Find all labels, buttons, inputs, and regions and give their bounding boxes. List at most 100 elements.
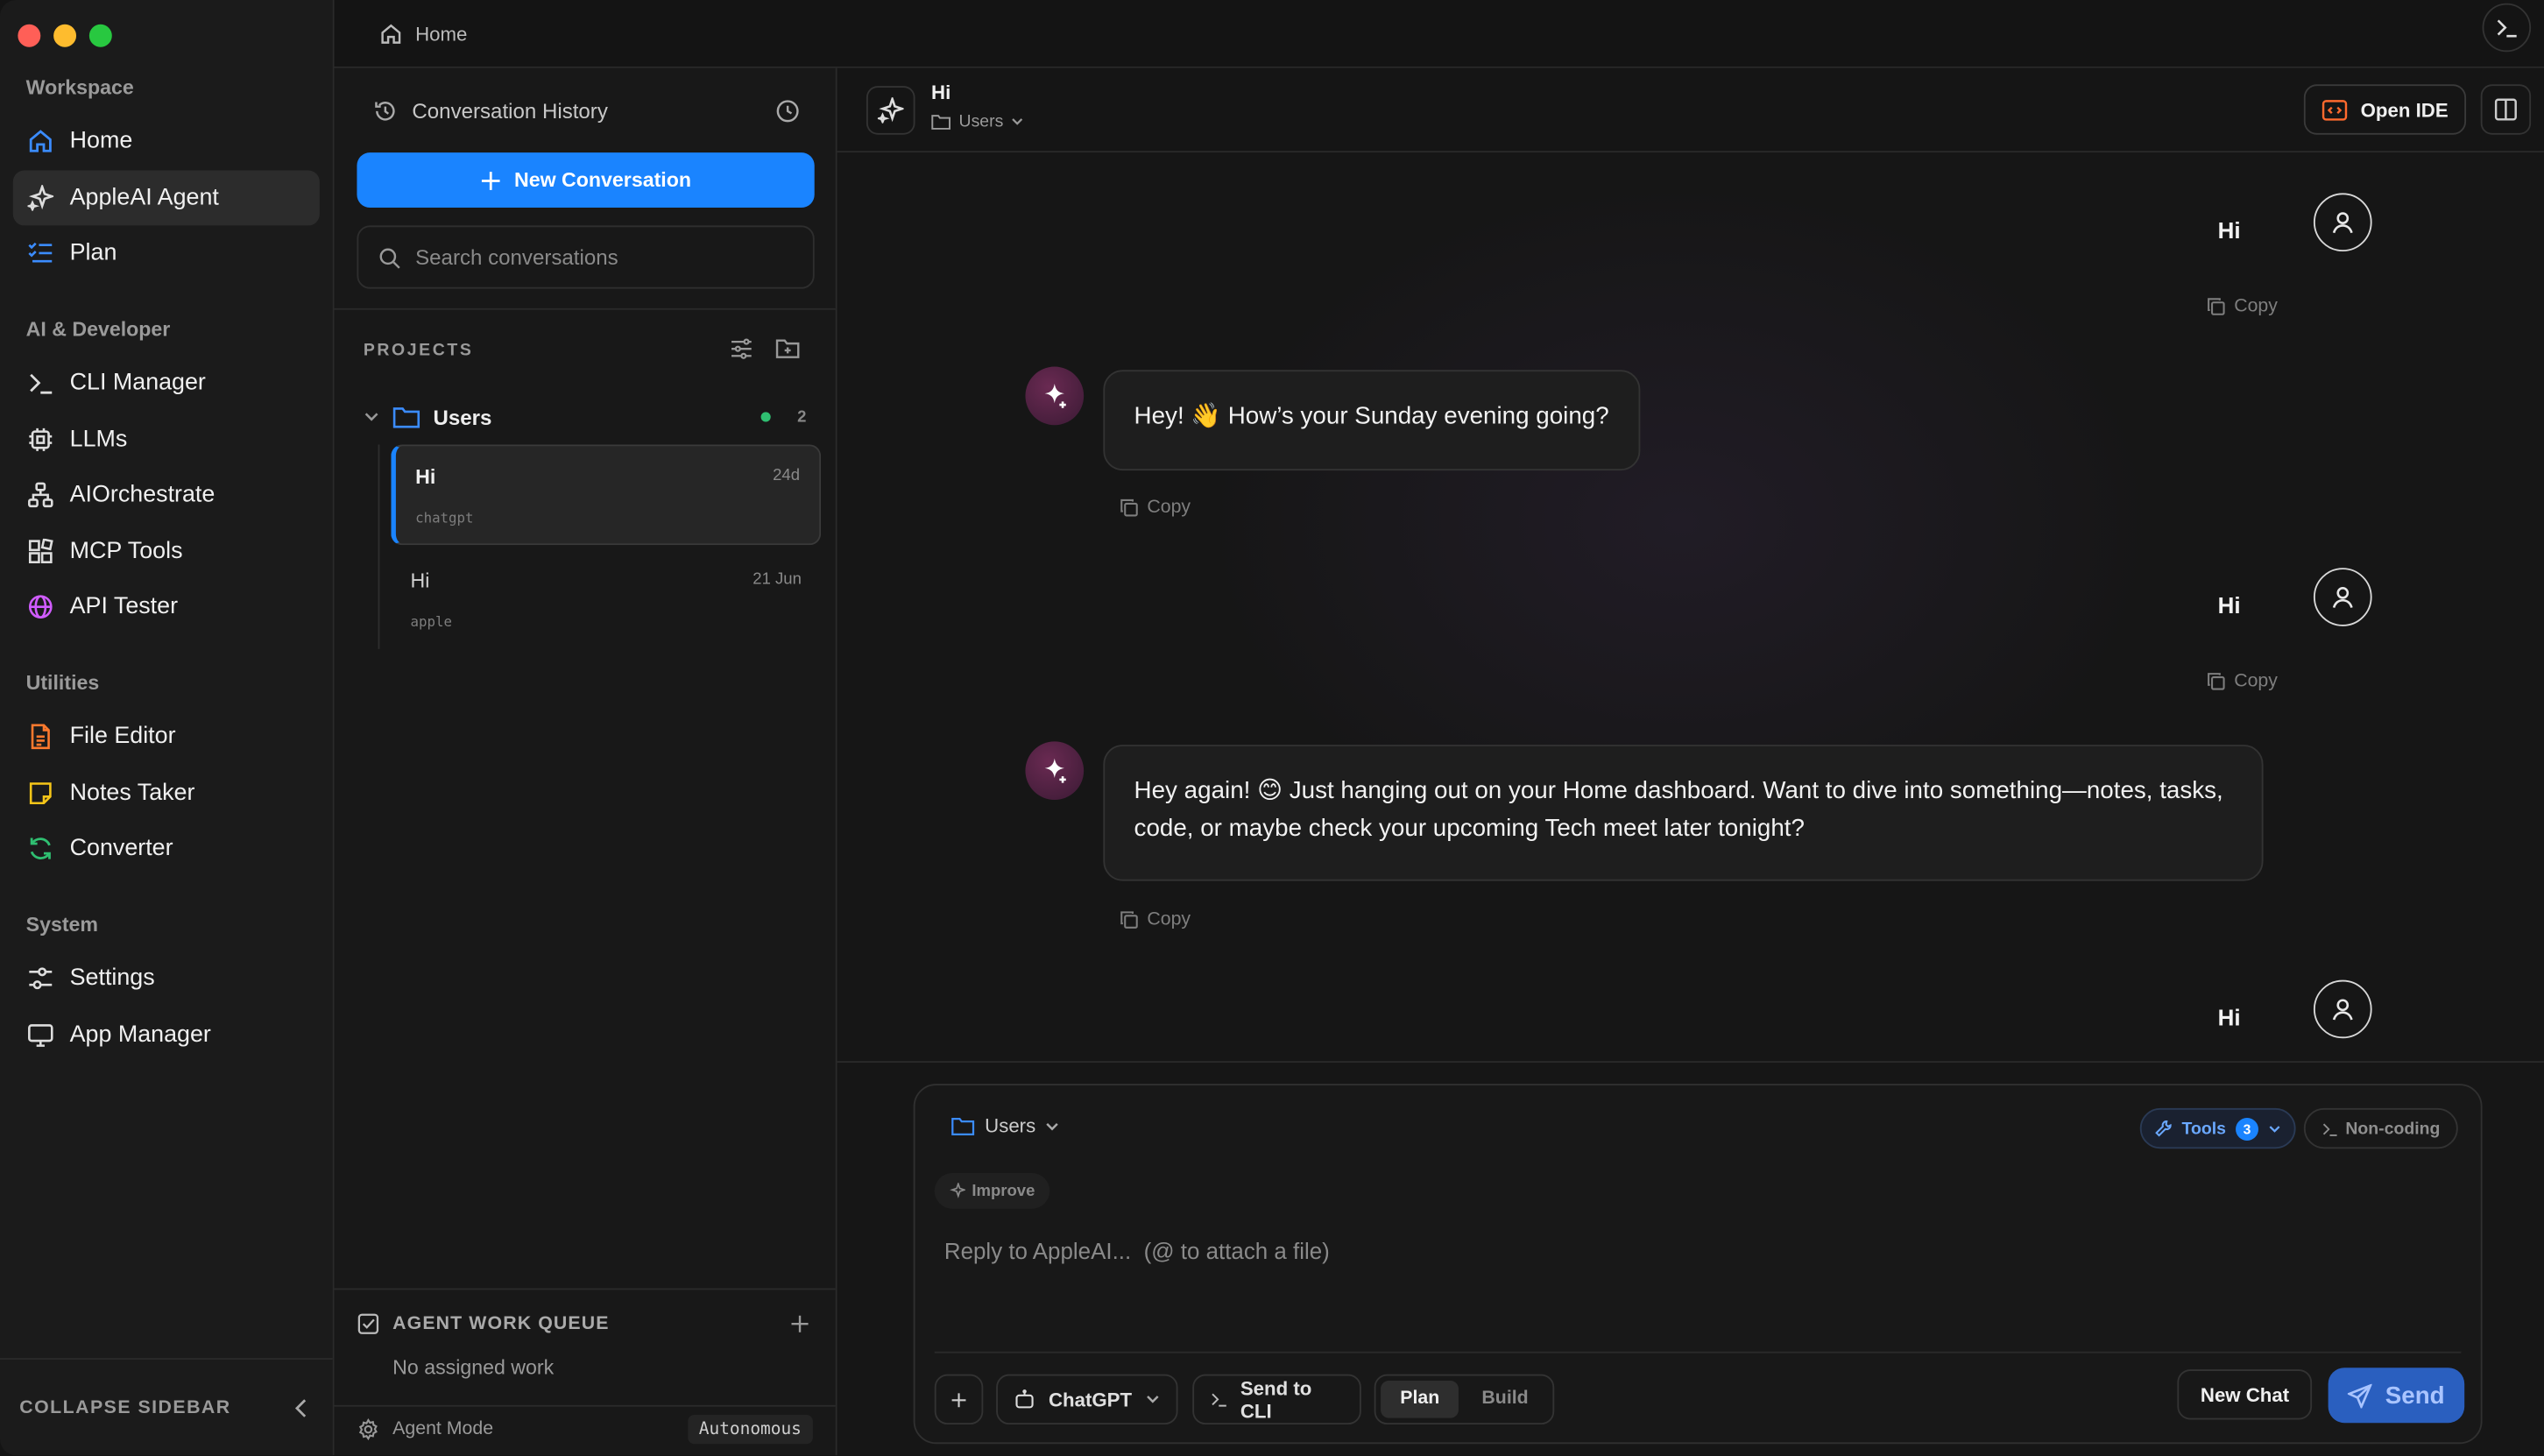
copy-button[interactable]: Copy [1120,498,1191,518]
sidebar-item-cli-manager[interactable]: CLI Manager [13,356,320,411]
composer-folder-selector[interactable]: Users [950,1114,1060,1137]
terminal-icon [30,373,53,394]
toggle-panel-button[interactable] [2480,84,2532,135]
divider [334,307,836,310]
chat-folder-label: Users [958,111,1004,132]
section-label-ai-developer: AI & Developer [25,317,171,341]
open-ide-button[interactable]: Open IDE [2303,84,2467,135]
send-label: Send [2385,1381,2445,1410]
sidebar-item-llms[interactable]: LLMs [13,412,320,467]
plus-icon[interactable] [790,1314,809,1333]
paper-plane-icon [2348,1382,2372,1408]
sparkle-icon [27,185,54,211]
agent-work-queue-header: AGENT WORK QUEUE [357,1312,809,1335]
project-name: Users [433,405,492,429]
sidebar-item-label: CLI Manager [69,370,206,396]
conversation-model: apple [410,614,452,632]
close-window-button[interactable] [18,24,41,47]
terminal-button[interactable] [2482,3,2532,53]
sidebar-item-label: Home [69,128,133,154]
conversation-history-panel: Conversation History New Conversation PR… [334,67,837,1456]
file-icon [31,724,50,750]
sidebar-item-label: AppleAI Agent [69,185,219,211]
sidebar-item-label: API Tester [69,593,179,620]
terminal-icon [1212,1393,1226,1407]
sidebar-item-notes-taker[interactable]: Notes Taker [13,766,320,821]
maximize-window-button[interactable] [88,24,112,47]
clock-icon[interactable] [775,99,800,124]
chip-icon [29,428,53,451]
folder-icon [392,407,420,428]
conversation-time: 24d [773,467,801,485]
top-bar: Home [334,0,2544,68]
avatar [2313,193,2372,252]
send-to-cli-button[interactable]: Send to CLI [1192,1374,1361,1425]
terminal-icon [2497,19,2517,38]
conversation-item[interactable]: Hi 21 Jun apple [391,550,821,651]
chat-title: Hi [931,81,951,104]
sidebar-item-plan[interactable]: Plan [13,225,320,280]
conversation-item[interactable]: Hi 24d chatgpt [391,444,822,546]
model-selector[interactable]: ChatGPT [996,1374,1178,1425]
sidebar-item-aiorchestrate[interactable]: AIOrchestrate [13,467,320,522]
new-chat-button[interactable]: New Chat [2177,1369,2313,1420]
mode-segmented-control: Plan Build [1374,1374,1555,1425]
copy-icon [1120,911,1138,929]
filter-icon[interactable] [730,337,753,360]
section-label-workspace: Workspace [25,76,134,99]
split-view-icon [2494,98,2517,121]
new-conversation-button[interactable]: New Conversation [357,152,815,209]
chevron-down-icon [1146,1396,1158,1403]
mode-build-tab[interactable]: Build [1462,1381,1548,1418]
sidebar-item-settings[interactable]: Settings [13,951,320,1006]
send-button[interactable]: Send [2328,1368,2465,1424]
search-box[interactable] [357,225,815,289]
copy-label: Copy [1147,909,1191,930]
sidebar-item-appleai-agent[interactable]: AppleAI Agent [12,170,320,226]
user-icon [2332,999,2353,1021]
chat-folder-selector[interactable]: Users [931,112,1024,131]
improve-button[interactable]: Improve [934,1172,1050,1209]
sidebar-item-mcp-tools[interactable]: MCP Tools [13,524,320,579]
breadcrumb[interactable]: Home [379,23,467,46]
project-actions [730,337,800,360]
sidebar-item-label: Notes Taker [69,780,195,807]
sidebar-item-app-manager[interactable]: App Manager [13,1007,320,1063]
copy-button[interactable]: Copy [2207,297,2278,316]
sidebar-item-file-editor[interactable]: File Editor [13,709,320,764]
plus-icon [481,171,500,189]
network-icon [28,482,53,508]
copy-icon [2208,298,2225,315]
agent-mode-badge[interactable]: Autonomous [687,1414,813,1445]
copy-button[interactable]: Copy [1120,910,1191,929]
sidebar-item-api-tester[interactable]: API Tester [13,579,320,634]
queue-empty-text: No assigned work [392,1356,555,1380]
mode-plan-tab[interactable]: Plan [1381,1381,1459,1418]
history-header: Conversation History [373,99,800,124]
project-users[interactable]: Users 2 [364,399,806,435]
sidebar-item-label: MCP Tools [69,538,183,565]
minimize-window-button[interactable] [53,24,77,47]
gear-icon [358,1418,378,1441]
new-folder-icon[interactable] [775,337,800,360]
divider [837,1061,2544,1064]
agent-button[interactable] [866,86,915,135]
tools-label: Tools [2181,1118,2226,1139]
queue-title: AGENT WORK QUEUE [392,1314,610,1334]
assistant-message: Hey again! 😊 Just hanging out on your Ho… [1103,745,2264,881]
sidebar-item-home[interactable]: Home [13,114,320,169]
sidebar-item-label: LLMs [69,427,128,453]
chat-header: Hi Users Open IDE [837,67,2544,153]
conversation-time: 21 Jun [753,570,802,590]
assistant-message: Hey! 👋 How’s your Sunday evening going? [1103,370,1641,471]
sliders-icon [29,967,53,990]
search-conversations-input[interactable] [415,244,789,270]
collapse-sidebar-button[interactable]: COLLAPSE SIDEBAR [0,1358,333,1455]
non-coding-toggle[interactable]: Non-coding [2303,1107,2458,1149]
attach-button[interactable] [934,1374,984,1425]
sidebar-item-converter[interactable]: Converter [13,821,320,876]
copy-button[interactable]: Copy [2207,672,2278,691]
reply-input[interactable] [943,1238,2405,1264]
history-title: Conversation History [412,98,608,124]
tools-dropdown[interactable]: Tools 3 [2139,1107,2296,1149]
